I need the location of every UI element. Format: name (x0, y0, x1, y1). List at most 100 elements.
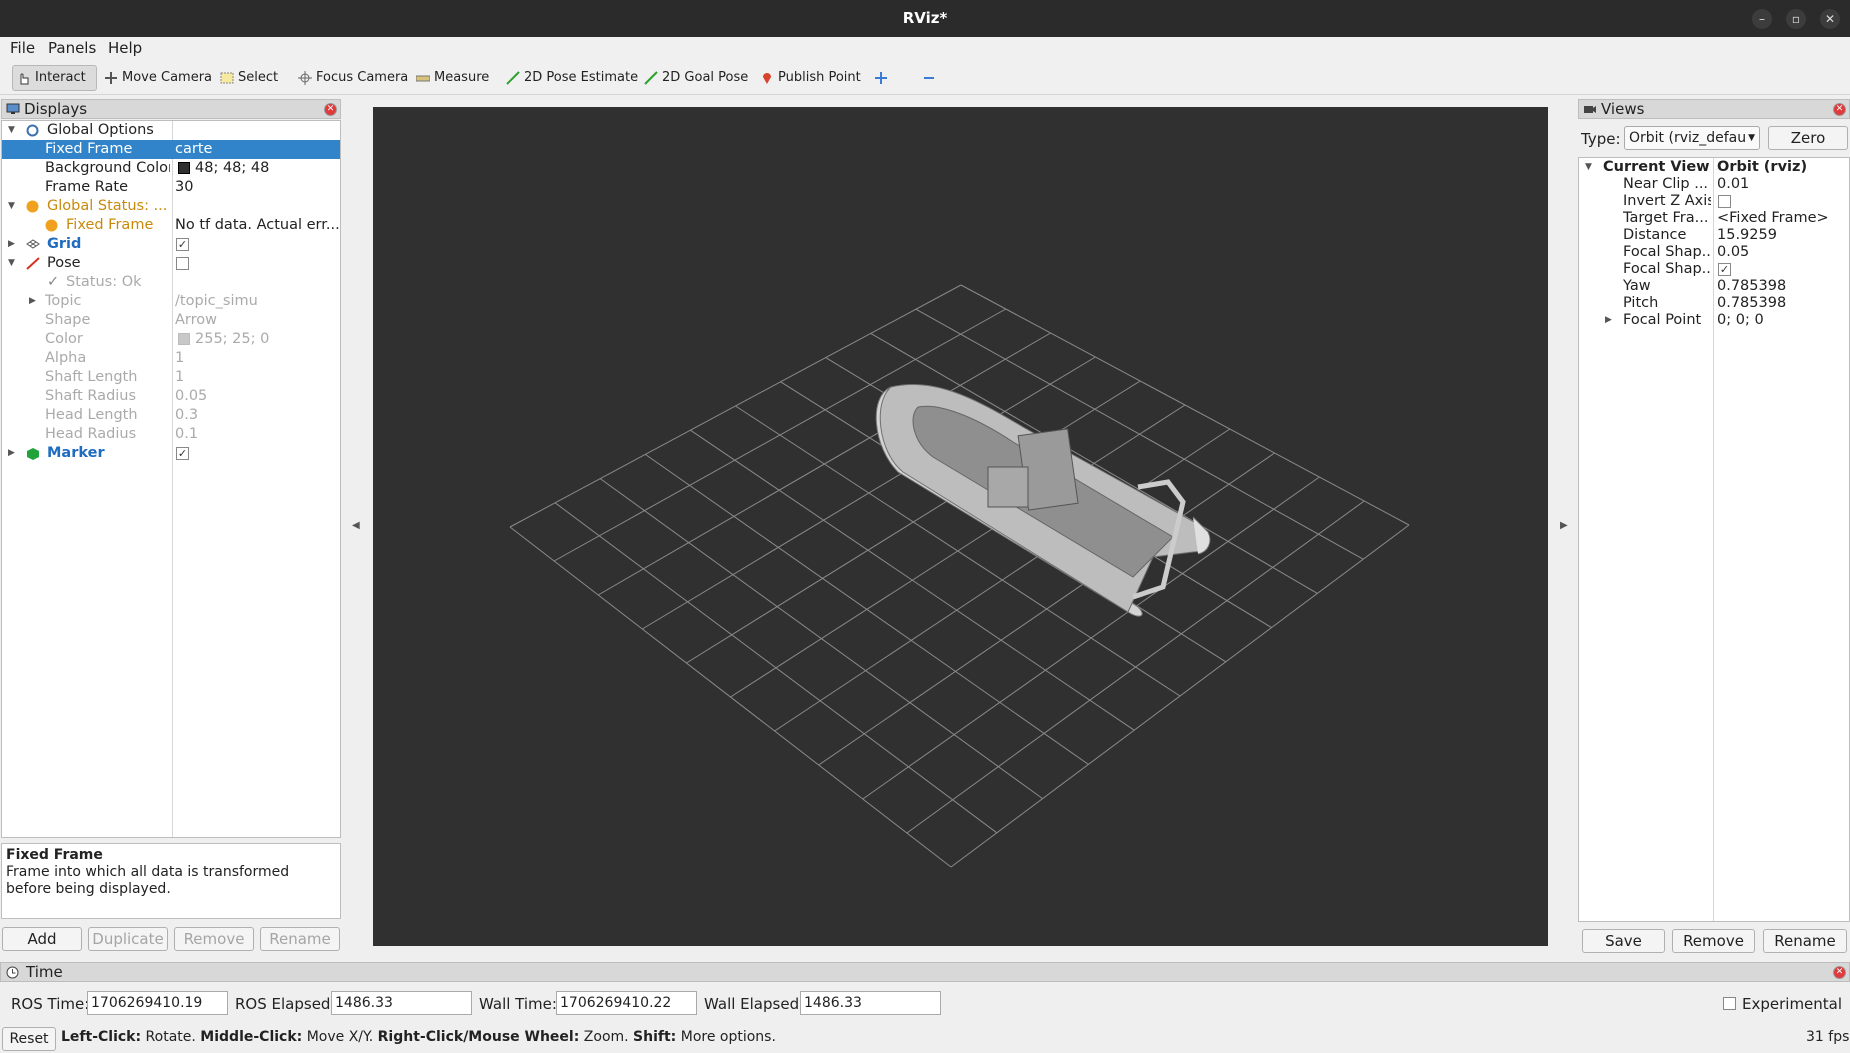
view-row-invert-z[interactable]: Invert Z Axis (1579, 193, 1849, 210)
head-radius-value[interactable]: 0.1 (175, 425, 198, 444)
background-color-value[interactable]: 48; 48; 48 (195, 159, 269, 178)
focal-point-value[interactable]: 0; 0; 0 (1717, 312, 1764, 329)
tree-row-shape[interactable]: Shape Arrow (2, 311, 340, 330)
expand-arrow-icon[interactable]: ▼ (8, 254, 15, 273)
collapse-arrow-icon[interactable]: ▶ (8, 235, 15, 254)
close-icon[interactable]: ✕ (1820, 9, 1840, 29)
tree-row-topic[interactable]: ▶ Topic /topic_simu (2, 292, 340, 311)
add-tool-button[interactable] (870, 65, 892, 91)
focus-camera-tool[interactable]: Focus Camera (294, 65, 412, 91)
shaft-radius-value[interactable]: 0.05 (175, 387, 207, 406)
tree-row-marker[interactable]: ▶ Marker ✓ (2, 444, 340, 463)
tree-row-head-radius[interactable]: Head Radius 0.1 (2, 425, 340, 444)
tree-row-pose[interactable]: ▼ Pose (2, 254, 340, 273)
render-viewport[interactable] (373, 107, 1548, 946)
fixed-frame-value[interactable]: carte (175, 140, 212, 159)
distance-value[interactable]: 15.9259 (1717, 227, 1777, 244)
goal-pose-tool[interactable]: 2D Goal Pose (640, 65, 752, 91)
pose-enabled-checkbox[interactable] (176, 257, 189, 270)
frame-rate-value[interactable]: 30 (175, 178, 193, 197)
focal-shape-size-value[interactable]: 0.05 (1717, 244, 1749, 261)
wall-elapsed-field[interactable]: 1486.33 (800, 991, 941, 1015)
ros-elapsed-field[interactable]: 1486.33 (331, 991, 472, 1015)
menu-file[interactable]: File (10, 39, 35, 57)
grid-enabled-checkbox[interactable]: ✓ (176, 238, 189, 251)
tree-row-fixed-frame-status[interactable]: Fixed Frame No tf data. Actual err... (2, 216, 340, 235)
view-row-distance[interactable]: Distance 15.9259 (1579, 227, 1849, 244)
ros-time-field[interactable]: 1706269410.19 (87, 991, 228, 1015)
alpha-value[interactable]: 1 (175, 349, 184, 368)
rename-display-button[interactable]: Rename (260, 927, 340, 951)
collapse-arrow-icon[interactable]: ▶ (1605, 312, 1612, 329)
zero-view-button[interactable]: Zero (1768, 126, 1848, 150)
close-panel-icon[interactable]: ✕ (324, 103, 337, 116)
tree-row-color[interactable]: Color 255; 25; 0 (2, 330, 340, 349)
move-camera-tool[interactable]: Move Camera (100, 65, 216, 91)
collapse-arrow-icon[interactable]: ▶ (8, 444, 15, 463)
focal-shape-fixed-checkbox[interactable]: ✓ (1718, 263, 1731, 276)
experimental-checkbox[interactable] (1723, 997, 1736, 1010)
tree-row-shaft-length[interactable]: Shaft Length 1 (2, 368, 340, 387)
collapse-left-panel-icon[interactable]: ◀ (352, 520, 360, 531)
view-row-pitch[interactable]: Pitch 0.785398 (1579, 295, 1849, 312)
view-type-select[interactable]: Orbit (rviz_defau ▼ (1624, 126, 1760, 150)
duplicate-display-button[interactable]: Duplicate (88, 927, 168, 951)
shape-value[interactable]: Arrow (175, 311, 217, 330)
tree-row-global-status[interactable]: ▼ Global Status: ... (2, 197, 340, 216)
yaw-value[interactable]: 0.785398 (1717, 278, 1786, 295)
menu-help[interactable]: Help (108, 39, 142, 57)
menu-panels[interactable]: Panels (48, 39, 96, 57)
collapse-arrow-icon[interactable]: ▶ (29, 292, 36, 311)
tree-row-fixed-frame[interactable]: Fixed Frame carte (2, 140, 340, 159)
view-row-focal-shape-fixed[interactable]: Focal Shap... ✓ (1579, 261, 1849, 278)
tree-row-alpha[interactable]: Alpha 1 (2, 349, 340, 368)
remove-tool-button[interactable] (918, 65, 940, 91)
maximize-icon[interactable]: ▫ (1786, 9, 1806, 29)
tree-row-background-color[interactable]: Background Color 48; 48; 48 (2, 159, 340, 178)
near-clip-value[interactable]: 0.01 (1717, 176, 1749, 193)
color-swatch[interactable] (178, 333, 190, 345)
wall-time-field[interactable]: 1706269410.22 (556, 991, 697, 1015)
ruler-icon (416, 75, 430, 82)
minimize-icon[interactable]: – (1752, 9, 1772, 29)
pose-estimate-tool[interactable]: 2D Pose Estimate (502, 65, 642, 91)
view-row-focal-shape-size[interactable]: Focal Shap... 0.05 (1579, 244, 1849, 261)
tree-row-head-length[interactable]: Head Length 0.3 (2, 406, 340, 425)
interact-tool[interactable]: Interact (12, 65, 97, 91)
invert-z-checkbox[interactable] (1718, 195, 1731, 208)
rename-view-button[interactable]: Rename (1763, 929, 1847, 953)
close-panel-icon[interactable]: ✕ (1833, 966, 1846, 979)
tree-row-global-options[interactable]: ▼ Global Options (2, 121, 340, 140)
head-length-value[interactable]: 0.3 (175, 406, 198, 425)
pitch-value[interactable]: 0.785398 (1717, 295, 1786, 312)
tree-row-shaft-radius[interactable]: Shaft Radius 0.05 (2, 387, 340, 406)
reset-button[interactable]: Reset (2, 1027, 56, 1051)
measure-tool[interactable]: Measure (412, 65, 493, 91)
remove-view-button[interactable]: Remove (1672, 929, 1755, 953)
color-swatch[interactable] (178, 162, 190, 174)
expand-arrow-icon[interactable]: ▼ (8, 121, 15, 140)
target-frame-value[interactable]: <Fixed Frame> (1717, 210, 1829, 227)
shaft-length-value[interactable]: 1 (175, 368, 184, 387)
expand-arrow-icon[interactable]: ▼ (1585, 159, 1592, 176)
tree-row-grid[interactable]: ▶ Grid ✓ (2, 235, 340, 254)
view-row-near-clip[interactable]: Near Clip ... 0.01 (1579, 176, 1849, 193)
marker-enabled-checkbox[interactable]: ✓ (176, 447, 189, 460)
publish-point-tool[interactable]: Publish Point (756, 65, 865, 91)
collapse-right-panel-icon[interactable]: ▶ (1560, 520, 1568, 531)
close-panel-icon[interactable]: ✕ (1833, 103, 1846, 116)
expand-arrow-icon[interactable]: ▼ (8, 197, 15, 216)
view-row-yaw[interactable]: Yaw 0.785398 (1579, 278, 1849, 295)
add-display-button[interactable]: Add (2, 927, 82, 951)
remove-display-button[interactable]: Remove (174, 927, 254, 951)
view-row-target-frame[interactable]: Target Fra... <Fixed Frame> (1579, 210, 1849, 227)
topic-value[interactable]: /topic_simu (175, 292, 258, 311)
tree-row-status-ok[interactable]: ✓ Status: Ok (2, 273, 340, 292)
scene-canvas[interactable] (373, 107, 1548, 946)
view-row-current-view[interactable]: ▼ Current View Orbit (rviz) (1579, 159, 1849, 176)
save-view-button[interactable]: Save (1582, 929, 1665, 953)
select-tool[interactable]: Select (216, 65, 282, 91)
tree-row-frame-rate[interactable]: Frame Rate 30 (2, 178, 340, 197)
color-value[interactable]: 255; 25; 0 (195, 330, 269, 349)
view-row-focal-point[interactable]: ▶ Focal Point 0; 0; 0 (1579, 312, 1849, 329)
